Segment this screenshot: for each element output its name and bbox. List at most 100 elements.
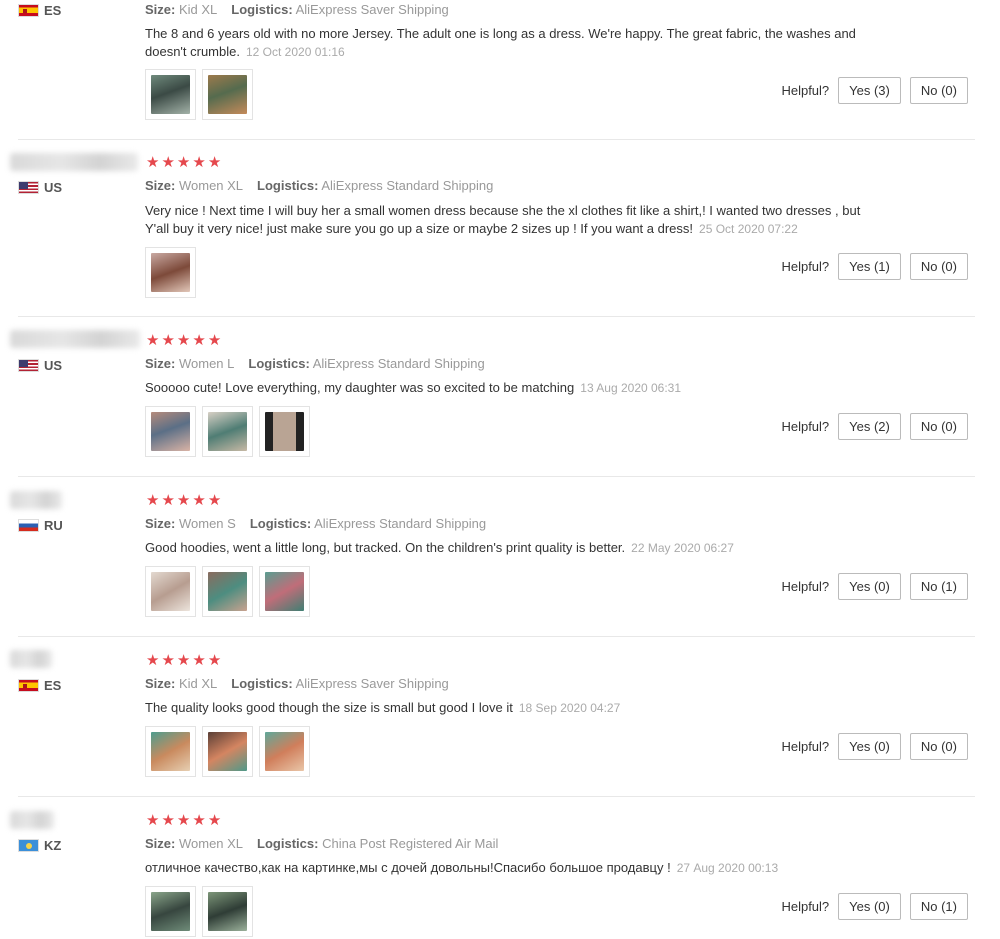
logistics-label: Logistics: [248, 356, 310, 371]
logistics-value: AliExpress Saver Shipping [295, 2, 449, 17]
helpful-yes-button[interactable]: Yes (3) [838, 77, 901, 104]
review-date: 18 Sep 2020 04:27 [518, 701, 621, 715]
star-icon: ★ [161, 332, 175, 349]
review-photo[interactable] [202, 566, 253, 617]
size-attr: Size: Kid XL [145, 676, 217, 691]
star-icon: ★ [161, 812, 175, 829]
helpful-no-button[interactable]: No (0) [909, 733, 968, 760]
star-icon: ★ [176, 154, 191, 171]
helpful-label: Helpful? [781, 899, 830, 914]
logistics-attr: Logistics: AliExpress Standard Shipping [250, 516, 486, 531]
helpful-no-button[interactable]: No (0) [909, 77, 968, 104]
review-photos [145, 886, 253, 937]
review-photo[interactable] [202, 886, 253, 937]
star-icon: ★ [146, 652, 160, 669]
helpful-no-button[interactable]: No (1) [909, 573, 968, 600]
star-icon: ★ [192, 154, 206, 171]
review-photo[interactable] [202, 69, 253, 120]
star-icon: ★ [207, 154, 222, 171]
star-icon: ★ [176, 332, 191, 349]
helpful-no-button[interactable]: No (1) [909, 893, 968, 920]
star-icon: ★ [176, 812, 191, 829]
helpful-yes-button[interactable]: Yes (0) [838, 893, 901, 920]
flag-es-icon [18, 4, 39, 17]
review-body: отличное качество,как на картинке,мы с д… [145, 860, 671, 875]
review-text: Very nice ! Next time I will buy her a s… [145, 202, 885, 238]
review-photo[interactable] [145, 886, 196, 937]
review-photos [145, 406, 310, 457]
country-code: ES [44, 678, 62, 693]
helpful-yes-button[interactable]: Yes (2) [838, 413, 901, 440]
review-photos [145, 566, 310, 617]
review-photo[interactable] [145, 566, 196, 617]
reviewer-country: US [18, 358, 62, 373]
review-photo[interactable] [145, 406, 196, 457]
helpful-vote: Helpful? Yes (0) No (1) [781, 893, 968, 920]
review-photo[interactable] [259, 726, 310, 777]
review-item: ES Size: Kid XL Logistics: AliExpress Sa… [0, 0, 975, 140]
reviewer-country: RU [18, 518, 63, 533]
size-label: Size: [145, 516, 176, 531]
size-attr: Size: Women L [145, 356, 234, 371]
size-value: Women XL [178, 836, 244, 851]
logistics-attr: Logistics: China Post Registered Air Mai… [257, 836, 498, 851]
helpful-yes-button[interactable]: Yes (1) [838, 253, 901, 280]
flag-kz-icon [18, 839, 39, 852]
country-code: US [44, 358, 63, 373]
star-icon: ★ [207, 492, 222, 509]
star-icon: ★ [176, 652, 191, 669]
rating-stars: ★ ★ ★ ★ ★ [146, 492, 222, 509]
reviewer-country: US [18, 180, 62, 195]
rating-stars: ★ ★ ★ ★ ★ [146, 812, 221, 829]
flag-us-icon [18, 359, 39, 372]
review-photo[interactable] [145, 247, 196, 298]
review-photo[interactable] [259, 566, 310, 617]
review-text: Good hoodies, went a little long, but tr… [145, 539, 885, 557]
review-attributes: Size: Women S Logistics: AliExpress Stan… [145, 516, 486, 531]
review-photos [145, 69, 253, 120]
reviewer-name-blurred [10, 811, 54, 829]
logistics-attr: Logistics: AliExpress Saver Shipping [231, 2, 449, 17]
helpful-no-button[interactable]: No (0) [909, 253, 968, 280]
rating-stars: ★ ★ ★ ★ ★ [146, 332, 221, 349]
review-photo[interactable] [145, 726, 196, 777]
country-code: ES [44, 3, 62, 18]
star-icon: ★ [207, 652, 222, 669]
star-icon: ★ [161, 154, 175, 171]
review-photo[interactable] [145, 69, 196, 120]
review-item: RU ★ ★ ★ ★ ★ Size: Women S Logistics: AliExp… [0, 477, 975, 637]
logistics-attr: Logistics: AliExpress Standard Shipping [257, 178, 493, 193]
review-item: US ★ ★ ★ ★ ★ Size: Women XL Logistics: AliEx… [0, 140, 975, 317]
review-photo[interactable] [259, 406, 310, 457]
helpful-label: Helpful? [781, 419, 830, 434]
flag-ru-icon [18, 519, 39, 532]
size-value: Kid XL [178, 676, 218, 691]
review-text: The quality looks good though the size i… [145, 699, 885, 717]
size-label: Size: [145, 178, 176, 193]
review-item: US ★ ★ ★ ★ ★ Size: Women L Logistics: AliExp… [0, 317, 975, 477]
flag-es-icon [18, 679, 39, 692]
review-photos [145, 247, 196, 298]
reviewer-name-blurred [10, 491, 62, 509]
helpful-label: Helpful? [781, 259, 830, 274]
helpful-label: Helpful? [781, 579, 830, 594]
reviewer-country: KZ [18, 838, 61, 853]
review-text: Sooooo cute! Love everything, my daughte… [145, 379, 885, 397]
logistics-attr: Logistics: AliExpress Saver Shipping [231, 676, 449, 691]
review-photo[interactable] [202, 726, 253, 777]
star-icon: ★ [146, 492, 160, 509]
star-icon: ★ [146, 332, 160, 349]
helpful-vote: Helpful? Yes (0) No (0) [781, 733, 968, 760]
country-code: RU [44, 518, 63, 533]
helpful-yes-button[interactable]: Yes (0) [838, 573, 901, 600]
review-body: Good hoodies, went a little long, but tr… [145, 540, 626, 555]
star-icon: ★ [161, 652, 175, 669]
helpful-yes-button[interactable]: Yes (0) [838, 733, 901, 760]
review-photo[interactable] [202, 406, 253, 457]
star-icon: ★ [176, 492, 191, 509]
review-item: KZ ★ ★ ★ ★ ★ Size: Women XL Logistics: China… [0, 797, 975, 939]
size-attr: Size: Women S [145, 516, 236, 531]
helpful-no-button[interactable]: No (0) [909, 413, 968, 440]
review-attributes: Size: Women L Logistics: AliExpress Stan… [145, 356, 485, 371]
logistics-label: Logistics: [231, 676, 293, 691]
